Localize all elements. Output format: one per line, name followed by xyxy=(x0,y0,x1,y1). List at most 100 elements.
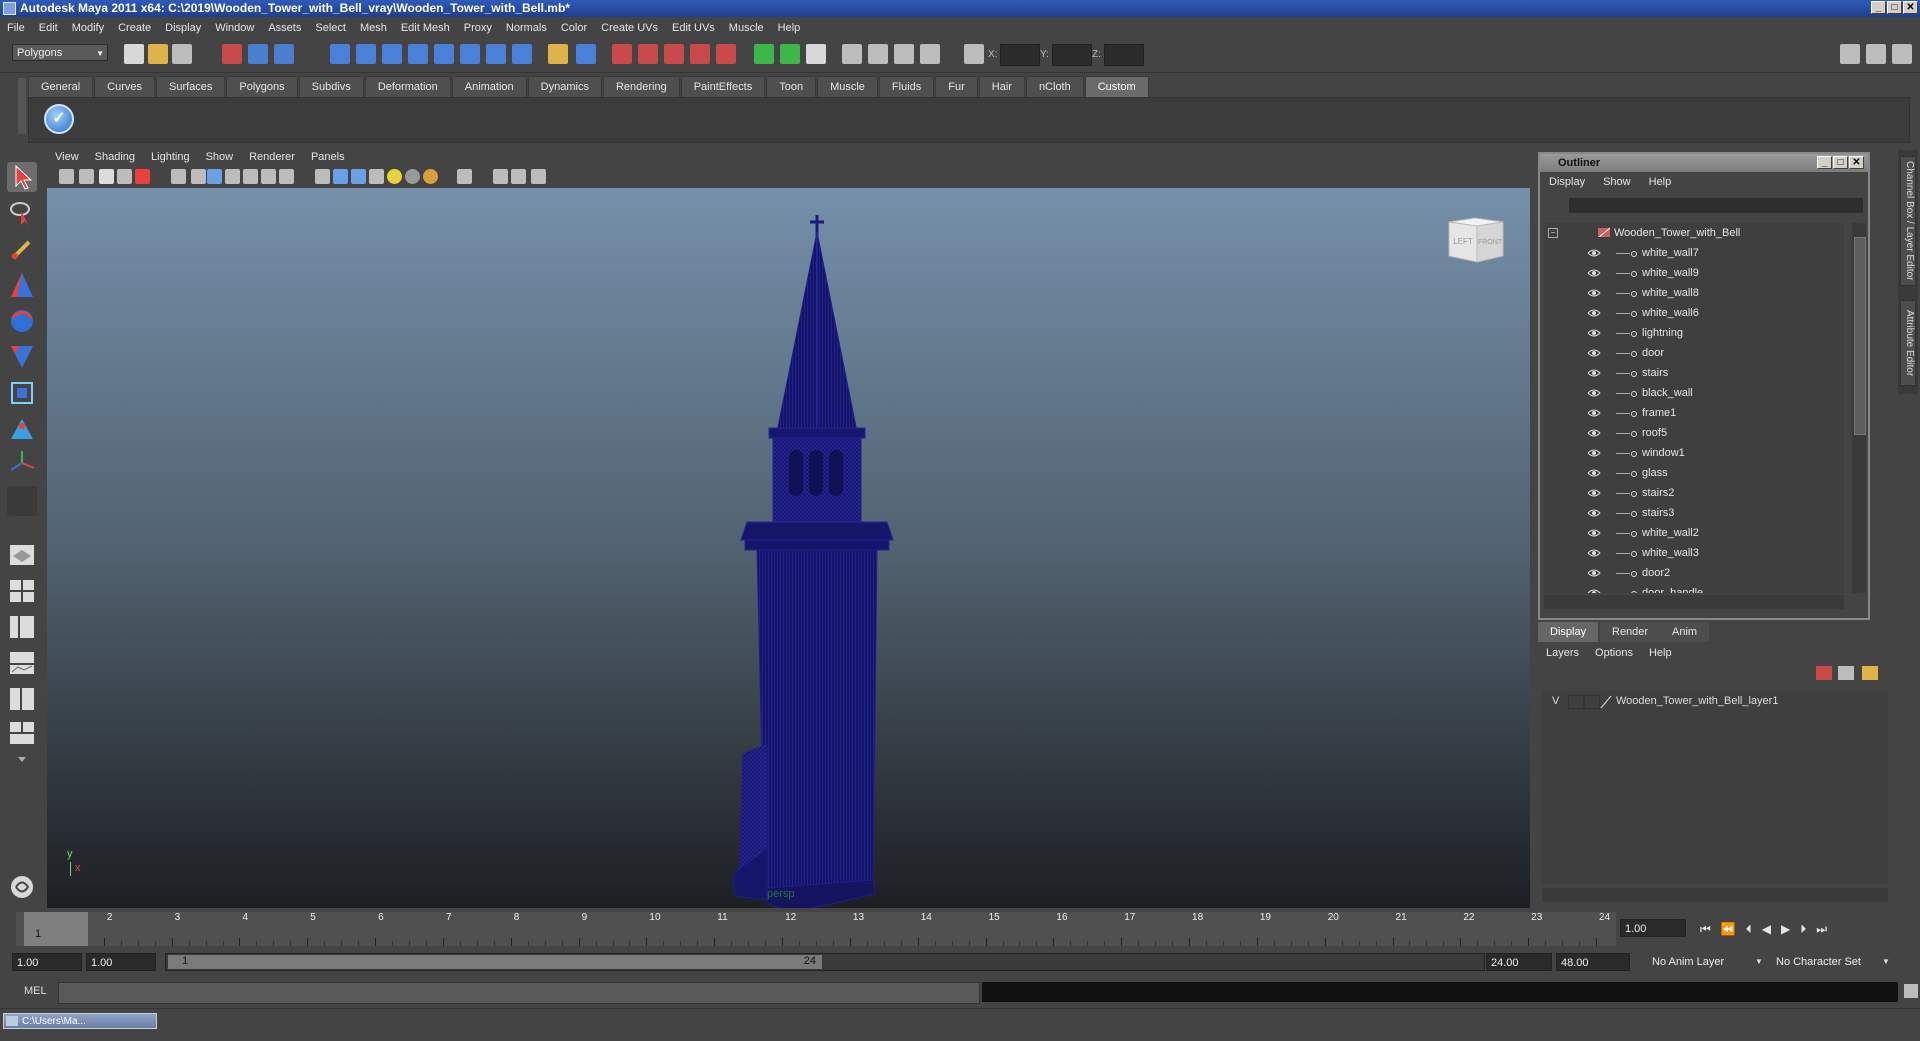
menu-color[interactable]: Color xyxy=(554,22,594,34)
outliner-item[interactable]: stairs2 xyxy=(1544,483,1844,503)
outliner-filter-input[interactable] xyxy=(1569,198,1863,213)
select-misc-icon[interactable] xyxy=(512,44,532,64)
outliner-maximize-button[interactable]: □ xyxy=(1833,156,1848,169)
persp-graph-layout-icon[interactable] xyxy=(7,648,37,678)
select-object-icon[interactable] xyxy=(248,44,268,64)
outliner-item[interactable]: white_wall9 xyxy=(1544,263,1844,283)
outliner-root-row[interactable]: − Wooden_Tower_with_Bell xyxy=(1544,223,1844,243)
menu-select[interactable]: Select xyxy=(308,22,353,34)
snap-view-plane-icon[interactable] xyxy=(690,44,710,64)
shelf-tab-subdivs[interactable]: Subdivs xyxy=(298,76,364,97)
menu-normals[interactable]: Normals xyxy=(499,22,554,34)
persp-outliner-layout-icon[interactable] xyxy=(7,612,37,642)
menu-display[interactable]: Display xyxy=(158,22,208,34)
snap-grid-icon[interactable] xyxy=(612,44,632,64)
select-deformations-icon[interactable] xyxy=(434,44,454,64)
outliner-close-button[interactable]: ✕ xyxy=(1849,156,1864,169)
save-scene-icon[interactable] xyxy=(172,44,192,64)
shelf-tab-general[interactable]: General xyxy=(28,76,94,97)
outliner-vertical-scrollbar[interactable] xyxy=(1852,223,1866,593)
snap-curve-icon[interactable] xyxy=(638,44,658,64)
command-input[interactable] xyxy=(58,982,980,1004)
four-view-layout-icon[interactable] xyxy=(7,576,37,606)
ipr-render-icon[interactable] xyxy=(894,44,914,64)
menu-set-select[interactable]: Polygons xyxy=(12,44,108,62)
outliner-item[interactable]: white_wall8 xyxy=(1544,283,1844,303)
persp-graph-hypergraph-layout-icon[interactable] xyxy=(7,718,37,748)
new-layer-icon[interactable] xyxy=(1816,666,1832,680)
shelf-tab-rendering[interactable]: Rendering xyxy=(602,76,680,97)
viewport-menu-panels[interactable]: Panels xyxy=(303,151,353,163)
select-curves-icon[interactable] xyxy=(382,44,402,64)
outliner-item[interactable]: glass xyxy=(1544,463,1844,483)
render-settings-icon[interactable] xyxy=(920,44,940,64)
grid-toggle-icon[interactable] xyxy=(171,169,186,184)
layer-tab-anim[interactable]: Anim xyxy=(1660,622,1710,642)
shelf-menu-handle[interactable] xyxy=(18,78,26,134)
select-surfaces-icon[interactable] xyxy=(408,44,428,64)
maximize-button[interactable]: □ xyxy=(1887,1,1902,14)
outliner-minimize-button[interactable]: _ xyxy=(1817,156,1832,169)
go-to-end-icon[interactable]: ⏭ xyxy=(1816,922,1827,937)
go-to-start-icon[interactable]: ⏮ xyxy=(1700,922,1711,937)
anim-layer-dropdown[interactable]: No Anim Layer xyxy=(1648,953,1766,971)
shelf-tab-polygons[interactable]: Polygons xyxy=(226,76,298,97)
layer-color-swatch[interactable] xyxy=(1584,695,1600,709)
outliner-item[interactable]: white_wall2 xyxy=(1544,523,1844,543)
step-forward-key-icon[interactable]: ⏵ xyxy=(1800,922,1806,937)
character-set-dropdown[interactable]: No Character Set xyxy=(1772,953,1890,971)
outliner-item[interactable]: white_wall3 xyxy=(1544,543,1844,563)
select-rendering-icon[interactable] xyxy=(486,44,506,64)
resolution-gate-icon[interactable] xyxy=(207,169,222,184)
layer-tab-display[interactable]: Display xyxy=(1538,622,1599,642)
smooth-shade-icon[interactable] xyxy=(333,169,348,184)
menu-window[interactable]: Window xyxy=(208,22,261,34)
soft-modification-icon[interactable] xyxy=(7,414,37,444)
view-cube[interactable]: LEFT FRONT xyxy=(1445,214,1507,264)
xray-icon[interactable] xyxy=(493,169,508,184)
menu-create-uvs[interactable]: Create UVs xyxy=(594,22,665,34)
shelf-tab-surfaces[interactable]: Surfaces xyxy=(155,76,226,97)
shelf-tab-curves[interactable]: Curves xyxy=(94,76,155,97)
backface-culling-icon[interactable] xyxy=(531,169,546,184)
hardware-texturing-icon[interactable] xyxy=(423,169,438,184)
layer-options-icon[interactable] xyxy=(1862,666,1878,680)
single-perspective-layout-icon[interactable] xyxy=(7,540,37,570)
minimize-button[interactable]: _ xyxy=(1871,1,1886,14)
snap-point-icon[interactable] xyxy=(664,44,684,64)
outliner-menu-help[interactable]: Help xyxy=(1640,176,1681,188)
quick-layout-icon[interactable] xyxy=(7,872,37,902)
lock-selection-icon[interactable] xyxy=(548,44,568,64)
range-slider-track[interactable]: 1 24 xyxy=(165,953,1485,971)
shelf-tab-painteffects[interactable]: PaintEffects xyxy=(680,76,766,97)
select-joints-icon[interactable] xyxy=(356,44,376,64)
layer-tab-render[interactable]: Render xyxy=(1600,622,1661,642)
current-frame-field[interactable]: 1.00 xyxy=(1620,919,1686,937)
wireframe-on-shaded-icon[interactable] xyxy=(351,169,366,184)
animation-end-field[interactable]: 48.00 xyxy=(1556,953,1630,971)
perspective-viewport[interactable]: LEFT FRONT y x persp xyxy=(47,188,1530,908)
playback-end-field[interactable]: 24.00 xyxy=(1486,953,1552,971)
layer-visibility-toggle[interactable]: V xyxy=(1552,695,1559,707)
shelf-tab-fluids[interactable]: Fluids xyxy=(878,76,935,97)
menu-create[interactable]: Create xyxy=(111,22,158,34)
menu-proxy[interactable]: Proxy xyxy=(457,22,499,34)
select-dynamics-icon[interactable] xyxy=(460,44,480,64)
layer-playback-toggle[interactable] xyxy=(1568,695,1584,709)
attribute-editor-tab[interactable]: Attribute Editor xyxy=(1900,300,1916,386)
viewport-menu-shading[interactable]: Shading xyxy=(87,151,143,163)
render-current-icon[interactable] xyxy=(868,44,888,64)
menu-modify[interactable]: Modify xyxy=(65,22,111,34)
step-back-key-icon[interactable]: ⏴ xyxy=(1746,922,1752,937)
select-tool-icon[interactable] xyxy=(7,162,37,192)
layer-menu-options[interactable]: Options xyxy=(1587,647,1641,659)
menu-muscle[interactable]: Muscle xyxy=(722,22,771,34)
wireframe-icon[interactable] xyxy=(315,169,330,184)
new-layer-selected-icon[interactable] xyxy=(1838,666,1854,680)
camera-select-icon[interactable] xyxy=(59,169,74,184)
input-ops-icon[interactable] xyxy=(754,44,774,64)
outliner-item[interactable]: frame1 xyxy=(1544,403,1844,423)
z-field[interactable] xyxy=(1104,44,1144,66)
layer-row[interactable]: V Wooden_Tower_with_Bell_layer1 xyxy=(1542,692,1888,712)
layout-menu-chevron-icon[interactable] xyxy=(7,750,37,768)
